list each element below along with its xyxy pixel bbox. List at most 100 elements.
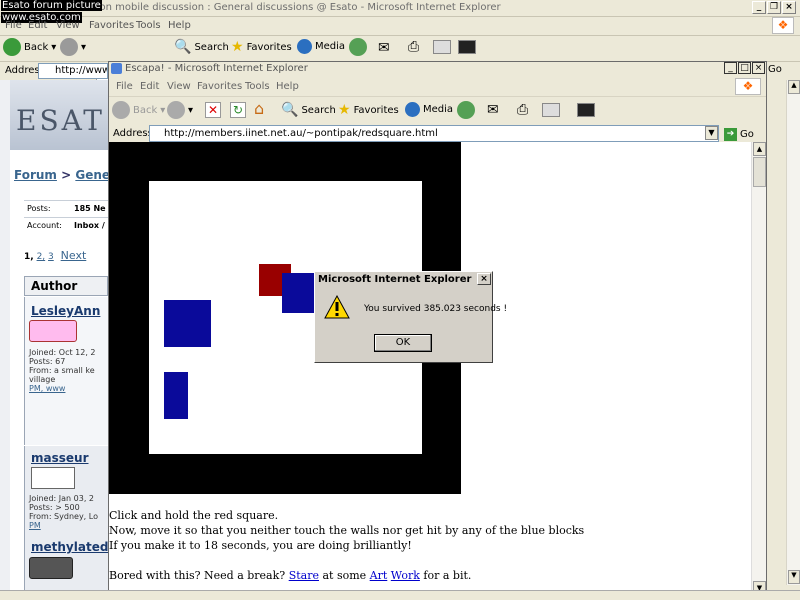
- ie-icon: [111, 63, 122, 74]
- page-scrollbar[interactable]: ▲ ▼: [751, 142, 766, 597]
- menu-view[interactable]: View: [56, 20, 80, 31]
- menu-edit[interactable]: Edit: [140, 81, 159, 92]
- menu-favorites[interactable]: Favorites: [197, 81, 242, 92]
- maximize-button[interactable]: □: [738, 62, 751, 74]
- messenger-icon[interactable]: [577, 103, 595, 117]
- forward-button[interactable]: ▾: [60, 38, 86, 56]
- back-button[interactable]: Back ▾: [3, 38, 56, 56]
- breadcrumb: Forum > Gene: [14, 168, 111, 182]
- instruction-line-1: Click and hold the red square.: [109, 509, 279, 522]
- blue-block: [164, 300, 211, 347]
- page-2-link[interactable]: 2,: [37, 252, 46, 262]
- menu-help[interactable]: Help: [168, 20, 191, 31]
- close-button[interactable]: ×: [752, 62, 765, 74]
- print-icon[interactable]: ⎙: [408, 39, 419, 55]
- refresh-icon[interactable]: ↻: [230, 102, 246, 118]
- next-page-link[interactable]: Next: [61, 249, 87, 262]
- ok-button[interactable]: OK: [374, 334, 432, 352]
- scroll-up-icon[interactable]: ▲: [753, 142, 766, 156]
- avatar: [31, 467, 75, 489]
- front-go-button[interactable]: ➔ Go: [724, 128, 754, 141]
- address-dropdown-icon[interactable]: ▼: [705, 126, 718, 140]
- close-button[interactable]: ×: [782, 1, 796, 14]
- front-window-titlebar: Escapa! - Microsoft Internet Explorer _ …: [109, 62, 766, 76]
- menu-view[interactable]: View: [167, 81, 191, 92]
- menu-tools[interactable]: Tools: [245, 81, 270, 92]
- username-lesleyann[interactable]: LesleyAnn: [31, 304, 100, 318]
- back-button[interactable]: Back ▾: [112, 101, 165, 119]
- home-icon[interactable]: ⌂: [254, 99, 264, 118]
- art-link[interactable]: Art: [370, 569, 388, 582]
- instruction-line-3: If you make it to 18 seconds, you are do…: [109, 539, 412, 552]
- search-icon: 🔍: [281, 102, 299, 118]
- scroll-thumb[interactable]: [753, 157, 766, 187]
- search-button[interactable]: 🔍 Search: [174, 39, 229, 55]
- minimize-button[interactable]: _: [724, 62, 737, 74]
- favorites-button[interactable]: ★ Favorites: [231, 39, 292, 55]
- menu-file[interactable]: File: [5, 20, 22, 31]
- back-arrow-icon: [112, 101, 130, 119]
- restore-button[interactable]: ❐: [767, 1, 781, 14]
- caption-line-1: Esato forum picture: [1, 0, 102, 11]
- forward-arrow-icon: [167, 101, 185, 119]
- search-icon: 🔍: [174, 39, 192, 55]
- username-methylated[interactable]: methylated: [31, 540, 108, 554]
- back-go-button[interactable]: Go: [768, 64, 782, 75]
- edit-icon[interactable]: [433, 40, 451, 54]
- instruction-line-2: Now, move it so that you neither touch t…: [109, 524, 585, 537]
- menu-edit[interactable]: Edit: [28, 20, 47, 31]
- media-button[interactable]: Media: [405, 102, 453, 117]
- print-icon[interactable]: ⎙: [517, 102, 528, 118]
- work-link[interactable]: Work: [391, 569, 420, 582]
- back-window-titlebar: Non mobile discussion : General discussi…: [0, 0, 800, 17]
- scroll-down-icon[interactable]: ▼: [788, 570, 800, 584]
- posts-row: Posts: 185 Ne: [24, 200, 108, 217]
- windows-logo-icon: ❖: [735, 78, 761, 95]
- search-button[interactable]: 🔍 Search: [281, 102, 336, 118]
- front-menubar: File Edit View Favorites Tools Help ❖: [109, 77, 766, 97]
- go-arrow-icon: ➔: [724, 128, 737, 141]
- dialog-close-button[interactable]: ×: [477, 273, 491, 285]
- menu-favorites[interactable]: Favorites: [89, 20, 134, 31]
- pager: 1, 2, 3 Next: [24, 249, 87, 262]
- menu-help[interactable]: Help: [276, 81, 299, 92]
- esato-logo: ESAT: [16, 104, 105, 137]
- media-icon: [405, 102, 420, 117]
- menu-tools[interactable]: Tools: [136, 20, 161, 31]
- avatar: [29, 320, 77, 342]
- scroll-up-icon[interactable]: ▲: [788, 80, 800, 94]
- mail-icon[interactable]: ✉: [378, 40, 390, 56]
- menu-file[interactable]: File: [116, 81, 133, 92]
- breadcrumb-section-link[interactable]: Gene: [75, 168, 110, 182]
- user-links-2[interactable]: PM: [29, 521, 41, 530]
- stare-link[interactable]: Stare: [289, 569, 319, 582]
- minimize-button[interactable]: _: [752, 1, 766, 14]
- front-toolbar: Back ▾ ▾ ✕ ↻ ⌂ 🔍 Search ★ Favorites Media ✉…: [109, 98, 766, 124]
- username-masseur[interactable]: masseur: [31, 451, 89, 465]
- media-button[interactable]: Media: [297, 39, 345, 54]
- blue-block: [282, 273, 318, 313]
- messenger-icon[interactable]: [458, 40, 476, 54]
- favorites-button[interactable]: ★ Favorites: [338, 102, 399, 118]
- back-menubar: File Edit View Favorites Tools Help ❖: [0, 17, 800, 36]
- back-window-title: Non mobile discussion : General discussi…: [92, 2, 501, 13]
- escapa-page: Click and hold the red square. Now, move…: [109, 142, 751, 597]
- page-3-link[interactable]: 3: [48, 252, 54, 262]
- status-bar: [0, 590, 800, 600]
- star-icon: ★: [338, 102, 351, 118]
- back-window-scrollbar[interactable]: ▲ ▼: [786, 80, 800, 585]
- windows-logo-icon: ❖: [772, 17, 794, 34]
- back-address-input[interactable]: http://www.e: [38, 63, 108, 79]
- edit-icon[interactable]: [542, 103, 560, 117]
- forward-button[interactable]: ▾: [167, 101, 193, 119]
- bored-line: Bored with this? Need a break? Stare at …: [109, 569, 472, 582]
- breadcrumb-forum-link[interactable]: Forum: [14, 168, 57, 182]
- stop-icon[interactable]: ✕: [205, 102, 221, 118]
- forward-arrow-icon: [60, 38, 78, 56]
- mail-icon[interactable]: ✉: [487, 102, 499, 118]
- front-address-input[interactable]: http://members.iinet.net.au/~pontipak/re…: [149, 125, 719, 142]
- warning-icon: [324, 295, 350, 319]
- history-icon[interactable]: [457, 101, 475, 119]
- history-icon[interactable]: [349, 38, 367, 56]
- user-links-1[interactable]: PM, www: [29, 384, 65, 393]
